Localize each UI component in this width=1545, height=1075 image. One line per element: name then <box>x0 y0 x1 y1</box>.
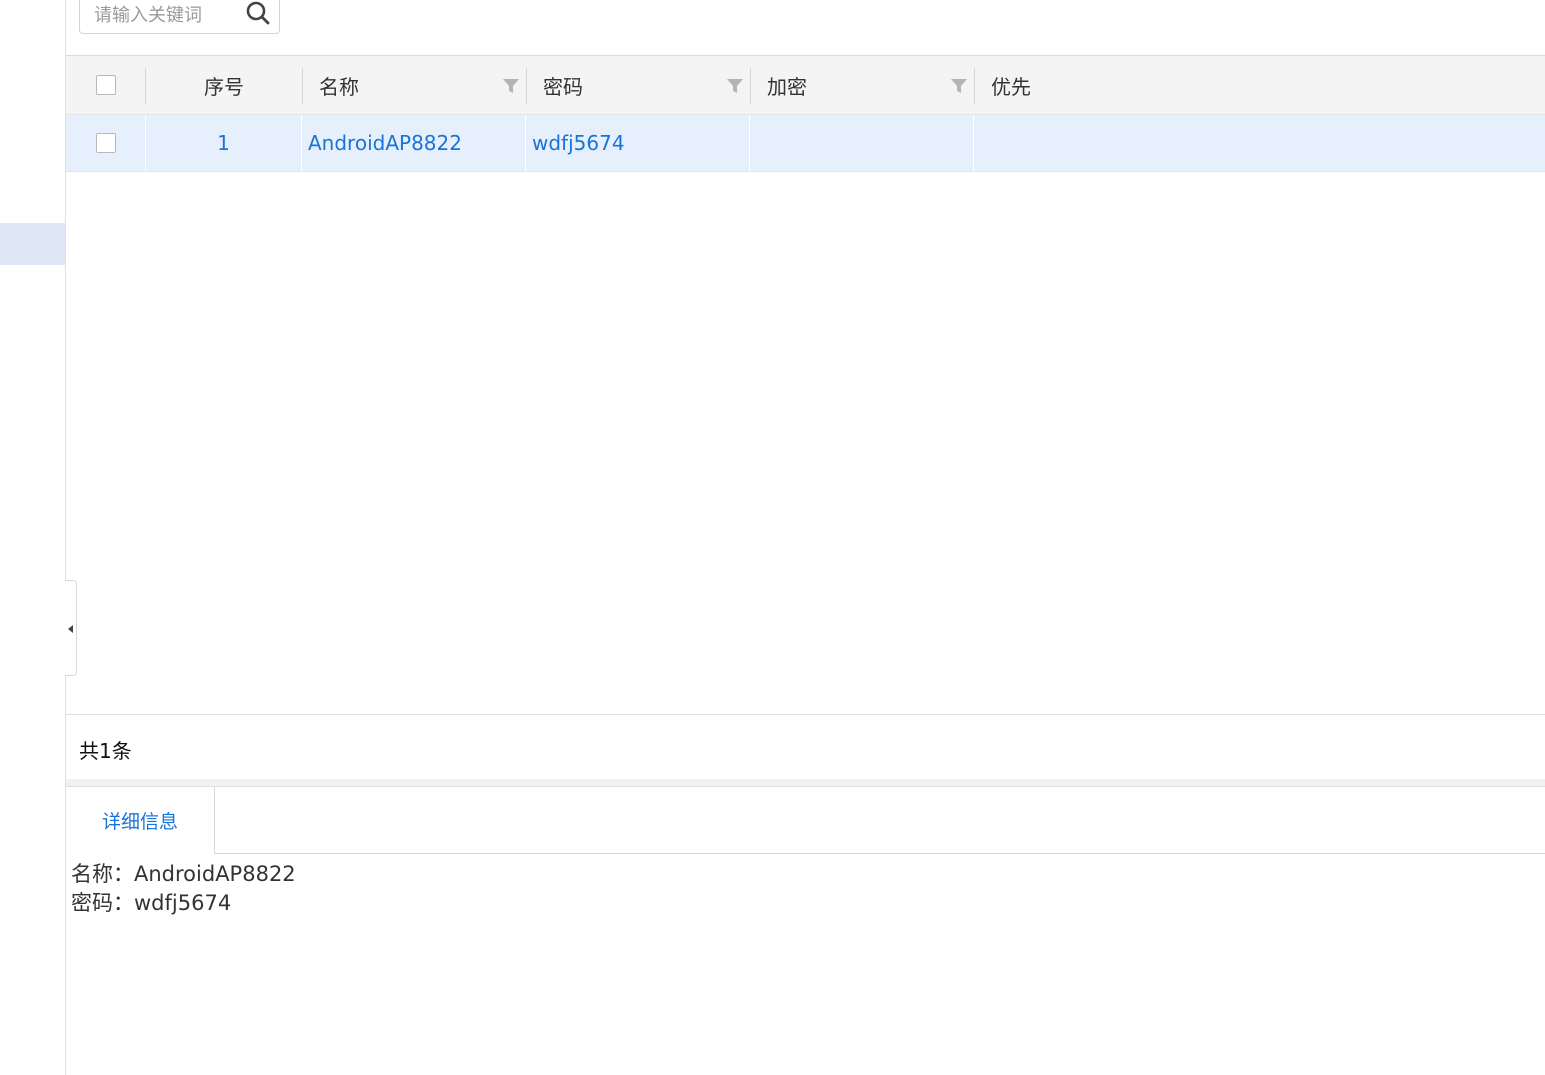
cell-index: 1 <box>146 115 302 171</box>
header-select-all-cell <box>66 56 145 114</box>
detail-name-line: 名称：AndroidAP8822 <box>71 862 296 886</box>
column-header-index-label: 序号 <box>204 74 244 99</box>
detail-password-line: 密码：wdfj5674 <box>71 891 232 915</box>
column-header-encryption[interactable]: 加密 <box>751 56 974 114</box>
sidebar-item-active[interactable] <box>0 223 65 265</box>
column-header-encryption-label: 加密 <box>767 74 807 99</box>
search-box <box>79 0 280 34</box>
filter-icon[interactable] <box>726 77 744 95</box>
search-icon[interactable] <box>245 0 271 26</box>
table-header-row: 序号 名称 密码 加密 优先 <box>66 56 1545 115</box>
row-checkbox[interactable] <box>95 133 116 153</box>
panel-splitter[interactable] <box>66 779 1545 787</box>
cell-password: wdfj5674 <box>526 115 750 171</box>
table-row[interactable]: 1 AndroidAP8822 wdfj5674 <box>66 115 1545 172</box>
filter-icon[interactable] <box>502 77 520 95</box>
total-count: 共1条 <box>79 739 132 763</box>
column-header-priority-label: 优先 <box>991 74 1031 99</box>
sidebar <box>0 0 66 1075</box>
column-header-index[interactable]: 序号 <box>146 56 302 114</box>
column-header-password-label: 密码 <box>543 74 583 99</box>
details-panel: 名称：AndroidAP8822 密码：wdfj5674 <box>71 860 296 918</box>
detail-tabs: 详细信息 <box>66 787 1545 854</box>
select-all-checkbox[interactable] <box>95 75 116 95</box>
search-input[interactable] <box>92 0 236 31</box>
table-footer: 共1条 <box>66 714 1545 780</box>
cell-encryption <box>750 115 974 171</box>
column-header-name[interactable]: 名称 <box>303 56 526 114</box>
row-select-cell <box>66 115 146 171</box>
data-grid: 序号 名称 密码 加密 优先 1 AndroidAP8822 wdfj5674 <box>66 55 1545 716</box>
cell-priority <box>974 115 1545 171</box>
column-header-name-label: 名称 <box>319 74 359 99</box>
column-header-priority[interactable]: 优先 <box>975 56 1545 114</box>
tab-details[interactable]: 详细信息 <box>66 787 215 854</box>
filter-icon[interactable] <box>950 77 968 95</box>
cell-name: AndroidAP8822 <box>302 115 526 171</box>
column-header-password[interactable]: 密码 <box>527 56 750 114</box>
